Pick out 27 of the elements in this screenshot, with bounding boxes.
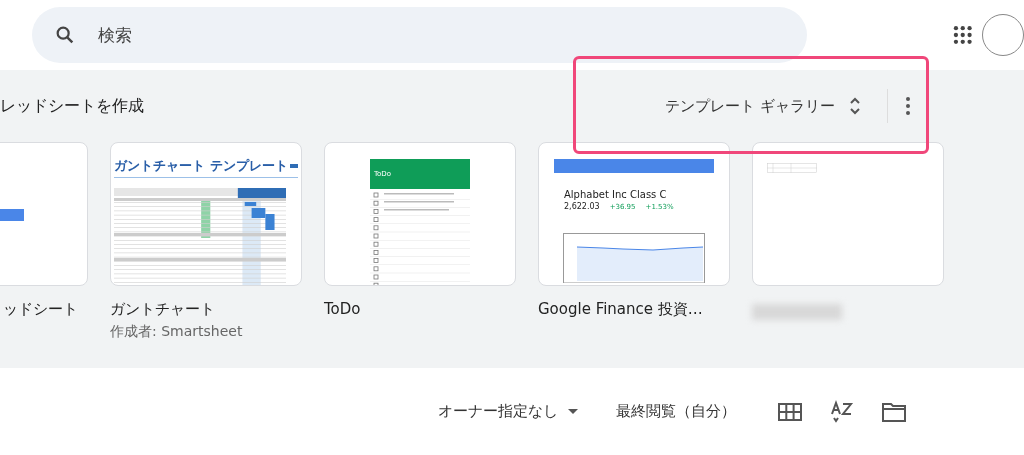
timeline-header xyxy=(237,188,286,198)
template-title[interactable]: ッドシート xyxy=(3,300,78,319)
search-icon xyxy=(54,24,76,46)
template-author: 作成者: Smartsheet xyxy=(110,323,244,341)
folder-icon[interactable] xyxy=(882,401,906,422)
search-field[interactable]: 検索 xyxy=(96,24,700,46)
preview-value: 2,622.03 xyxy=(564,202,600,211)
sort-button[interactable]: 最終閲覧（自分） xyxy=(616,398,736,425)
grid-view-icon[interactable] xyxy=(778,402,802,421)
template-title[interactable]: ガントチャート xyxy=(110,300,302,319)
expand-icon xyxy=(849,96,861,116)
template-card[interactable]: ガントチャート テンプレート xyxy=(110,142,302,286)
sort-az-icon[interactable] xyxy=(830,399,854,424)
template-gallery-button[interactable]: テンプレート ギャラリー xyxy=(661,90,865,122)
caret-icon xyxy=(568,409,578,414)
search-bar[interactable]: 検索 xyxy=(32,7,807,63)
owner-filter-dropdown[interactable]: オーナー指定なし xyxy=(438,398,578,425)
more-options-icon[interactable] xyxy=(906,97,910,115)
gantt-bar xyxy=(244,202,257,206)
logo-mark xyxy=(290,164,298,168)
apps-grid-icon[interactable] xyxy=(952,25,972,45)
preview-title: Alphabet Inc Class C xyxy=(564,189,667,200)
section-title: レッドシートを作成 xyxy=(0,95,144,117)
template-title[interactable]: Google Finance 投資… xyxy=(538,300,730,319)
table-grid-drawing xyxy=(767,163,817,173)
preview-title: ガントチャート テンプレート xyxy=(114,157,288,175)
template-title[interactable]: ToDo xyxy=(324,300,516,318)
